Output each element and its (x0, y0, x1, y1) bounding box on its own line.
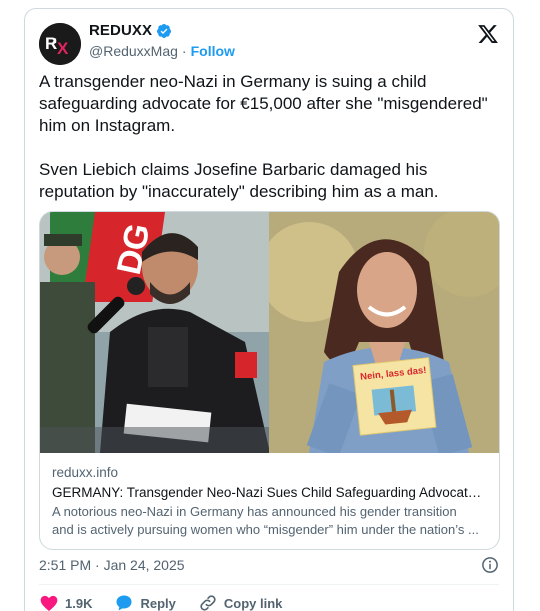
verified-badge-icon (157, 23, 172, 38)
tweet-paragraph: A transgender neo-Nazi in Germany is sui… (39, 72, 488, 135)
link-icon (200, 595, 216, 611)
link-domain: reduxx.info (52, 465, 119, 480)
handle[interactable]: @ReduxxMag (89, 43, 178, 59)
link-preview-images: DG Nein, lass das! (40, 212, 499, 453)
like-button[interactable]: 1.9K (39, 593, 92, 611)
tweet-timestamp[interactable]: 2:51 PM · Jan 24, 2025 (39, 557, 185, 573)
tweet-actions: 1.9K Reply Copy link (39, 593, 304, 611)
copy-link-button[interactable]: Copy link (198, 593, 283, 611)
link-preview-meta: reduxx.info GERMANY: Transgender Neo-Naz… (40, 453, 499, 539)
display-name[interactable]: REDUXX (89, 22, 152, 39)
tweet-card: R X x REDUXX @ReduxxMag · Follow A trans… (24, 8, 514, 611)
tweet-paragraph: Sven Liebich claims Josefine Barbaric da… (39, 160, 439, 201)
handle-row: @ReduxxMag · Follow (89, 43, 235, 59)
reduxx-logo: R X x (39, 23, 81, 65)
follow-button[interactable]: Follow (191, 43, 235, 59)
copy-link-label: Copy link (223, 595, 283, 611)
tweet-text: A transgender neo-Nazi in Germany is sui… (39, 71, 499, 203)
heart-icon (40, 595, 58, 611)
link-preview-card[interactable]: DG Nein, lass das! reduxx.info GERMANY: … (39, 211, 500, 550)
photo-advocate: Nein, lass das! (269, 212, 499, 453)
info-icon[interactable] (481, 556, 499, 574)
link-description: A notorious neo-Nazi in Germany has anno… (52, 503, 487, 539)
link-description-line: A notorious neo-Nazi in Germany has anno… (52, 504, 457, 519)
separator: · (181, 43, 187, 59)
like-count: 1.9K (65, 595, 93, 611)
reply-label: Reply (140, 595, 176, 611)
svg-text:x: x (52, 36, 57, 45)
photo-speaker: DG (40, 212, 269, 453)
divider (39, 584, 499, 585)
avatar[interactable]: R X x (39, 23, 81, 65)
x-logo-icon[interactable] (477, 23, 499, 45)
link-description-line: and is actively pursuing women who “misg… (52, 522, 479, 537)
link-title[interactable]: GERMANY: Transgender Neo-Nazi Sues Child… (52, 483, 487, 502)
author-name-row: REDUXX (89, 22, 172, 39)
reply-button[interactable]: Reply (114, 593, 176, 611)
reply-bubble-icon (116, 595, 132, 611)
svg-text:X: X (57, 39, 69, 58)
